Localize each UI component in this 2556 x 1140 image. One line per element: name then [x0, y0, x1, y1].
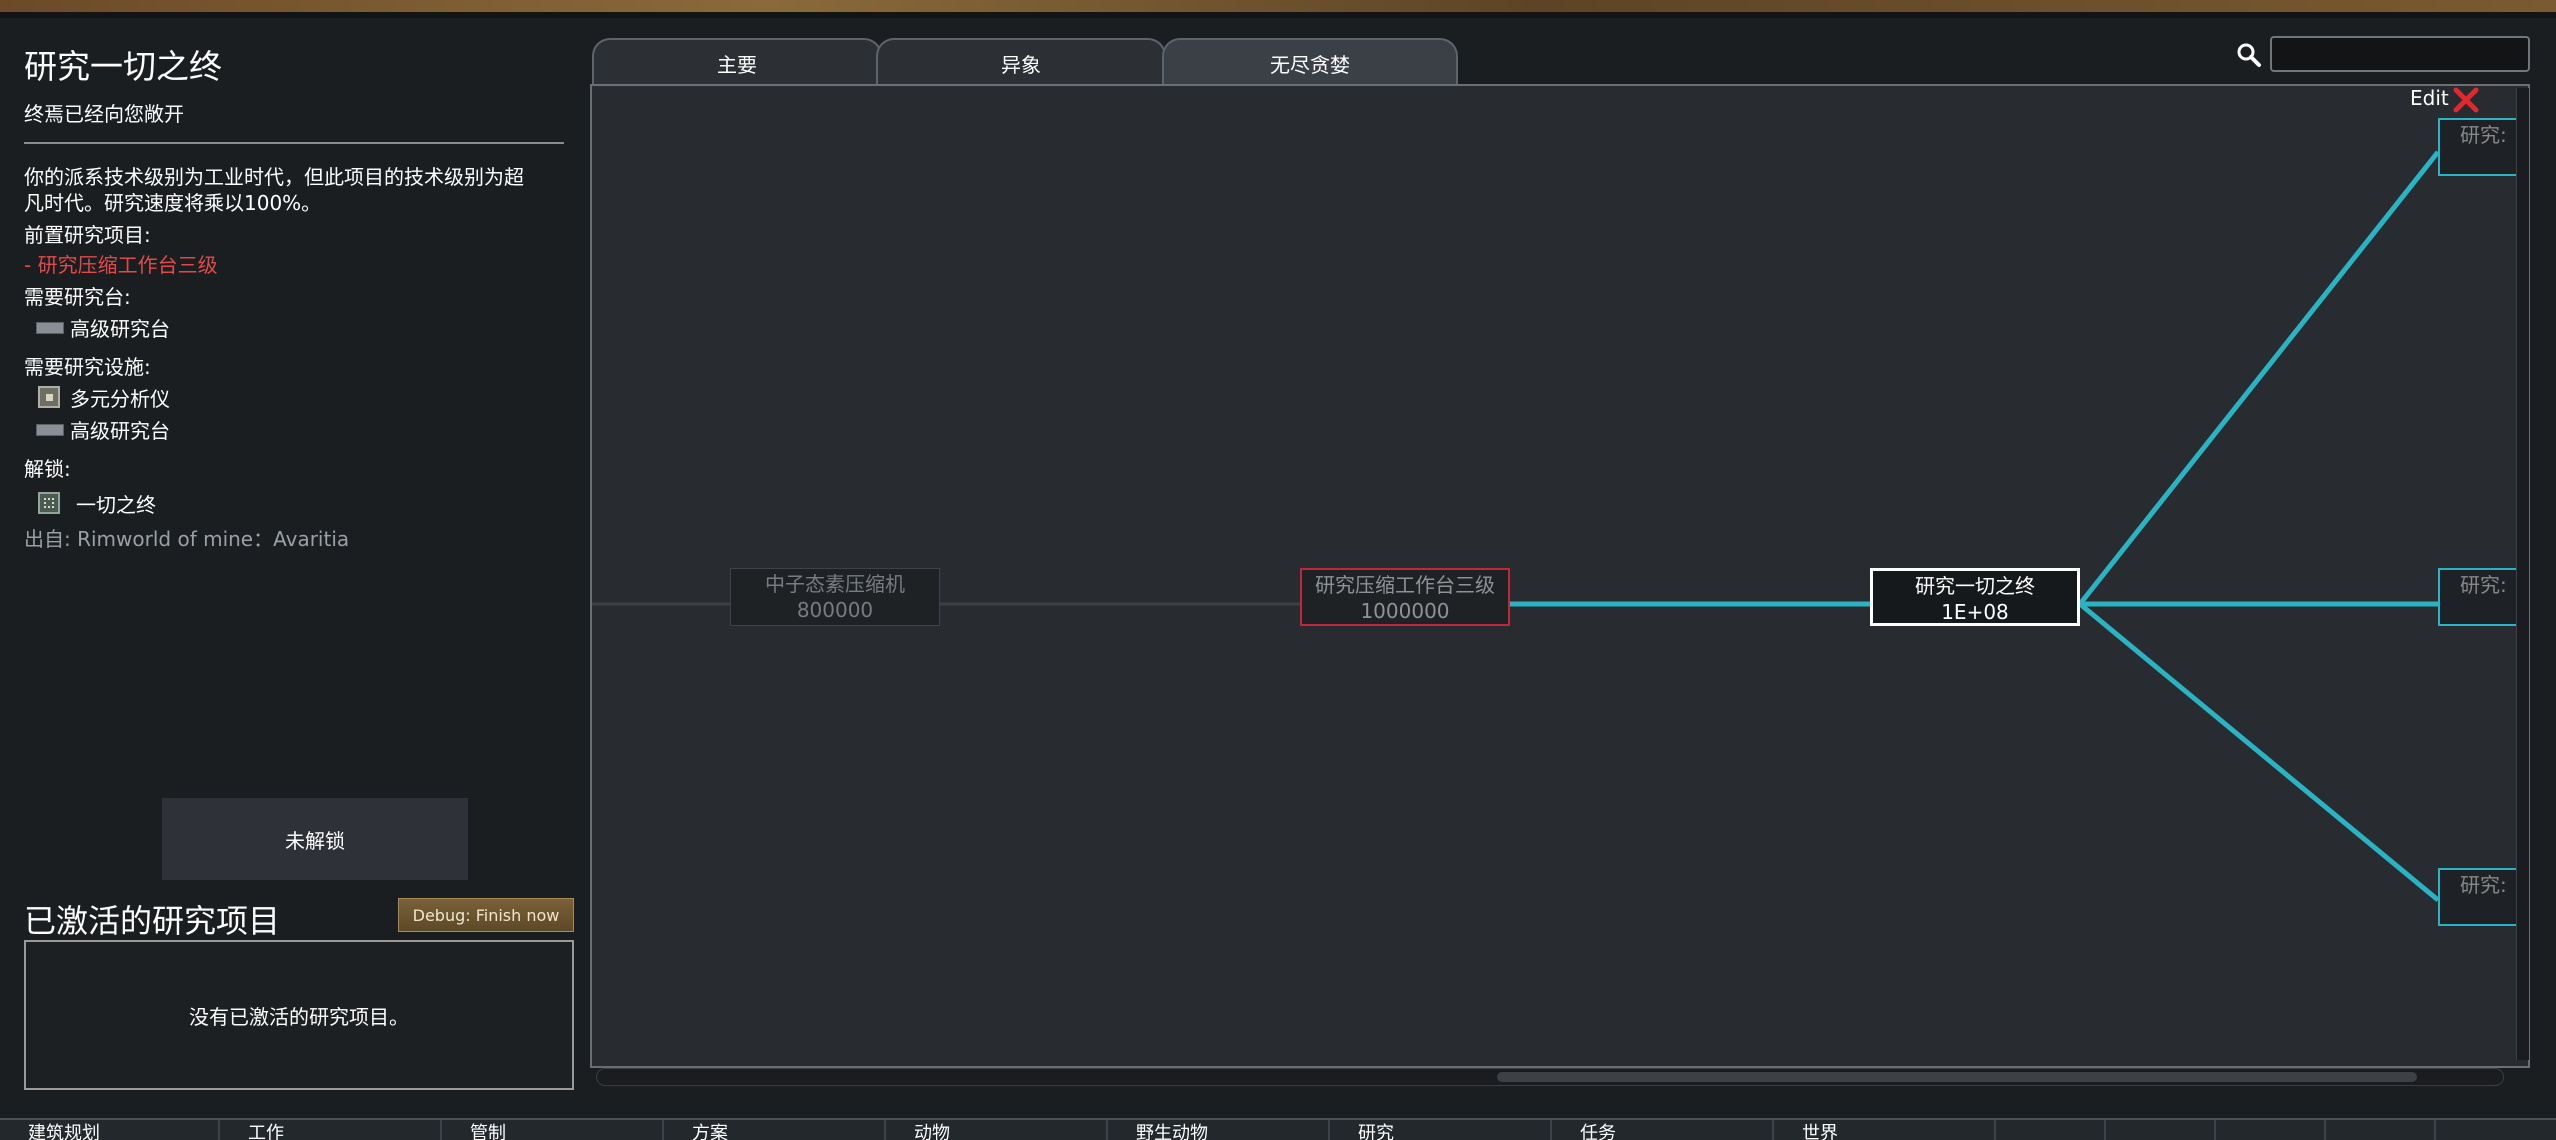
bottom-tab-work[interactable]: 工作: [220, 1120, 442, 1140]
research-title: 研究一切之终: [24, 47, 222, 86]
top-strip: [0, 0, 2556, 12]
search-icon[interactable]: [2236, 42, 2262, 68]
ideoligion-icon[interactable]: [2216, 1120, 2326, 1140]
node-cost: 800000: [796, 598, 874, 622]
tab-label: 主要: [717, 52, 757, 77]
research-node[interactable]: 中子态素压缩机 800000: [730, 568, 940, 626]
unlock-item[interactable]: 一切之终: [76, 492, 156, 518]
bottom-tab-label: 研究: [1358, 1123, 1394, 1140]
bottom-tab-label: 管制: [470, 1123, 506, 1140]
bottom-tab-label: 方案: [692, 1123, 728, 1140]
bottom-tab-animals[interactable]: 动物: [886, 1120, 1108, 1140]
bottom-tab-label: 建筑规划: [28, 1123, 100, 1140]
node-name: 研究:: [2460, 873, 2507, 897]
research-node[interactable]: 研究:: [2438, 868, 2518, 926]
tab-main[interactable]: 主要: [592, 38, 882, 86]
bench-item[interactable]: 高级研究台: [70, 316, 170, 342]
unlock-header: 解锁:: [24, 457, 71, 481]
tab-anomaly[interactable]: 异象: [876, 38, 1166, 86]
bottom-tab-assign[interactable]: 方案: [664, 1120, 886, 1140]
link-active: [2078, 150, 2440, 606]
prereq-header: 前置研究项目:: [24, 223, 151, 247]
node-cost: 1000000: [1360, 599, 1450, 623]
tab-avaritia[interactable]: 无尽贪婪: [1162, 38, 1458, 86]
research-node[interactable]: 研究:: [2438, 118, 2518, 176]
search-input[interactable]: [2270, 36, 2530, 72]
bottom-tab-label: 野生动物: [1136, 1123, 1208, 1140]
facility-header: 需要研究设施:: [24, 355, 151, 379]
edit-label[interactable]: Edit: [2410, 86, 2449, 110]
multi-analyzer-icon: [38, 386, 60, 408]
bench-header: 需要研究台:: [24, 285, 131, 309]
research-detail-panel: 研究一切之终 终焉已经向您敞开 你的派系技术级别为工业时代，但此项目的技术级别为…: [0, 18, 582, 1118]
active-research-title: 已激活的研究项目: [24, 902, 281, 940]
scrollbar-thumb[interactable]: [1497, 1072, 2417, 1082]
divider: [24, 142, 564, 144]
research-node-selected[interactable]: 研究一切之终 1E+08: [1870, 568, 2080, 626]
debug-finish-button[interactable]: Debug: Finish now: [398, 898, 574, 932]
research-tree[interactable]: 中子态素压缩机 800000 研究压缩工作台三级 1000000 研究一切之终 …: [590, 84, 2530, 1068]
node-name: 研究:: [2460, 123, 2507, 147]
bottom-tab-wildlife[interactable]: 野生动物: [1108, 1120, 1330, 1140]
bottom-tab-world[interactable]: 世界: [1774, 1120, 1996, 1140]
bottom-tab-restrict[interactable]: 管制: [442, 1120, 664, 1140]
active-research-empty: 没有已激活的研究项目。: [189, 1004, 409, 1029]
bottom-tab-research[interactable]: 研究: [1330, 1120, 1552, 1140]
facility-item[interactable]: 多元分析仪: [70, 386, 170, 412]
node-name: 中子态素压缩机: [765, 572, 905, 596]
end-of-all-icon: [38, 492, 60, 514]
node-cost: 1E+08: [1941, 600, 2009, 624]
node-name: 研究一切之终: [1915, 574, 2035, 598]
bottom-tab-label: 工作: [248, 1123, 284, 1140]
research-node[interactable]: 研究压缩工作台三级 1000000: [1300, 568, 1510, 626]
bottom-tab-quests[interactable]: 任务: [1552, 1120, 1774, 1140]
research-bench-icon: [36, 316, 64, 338]
research-node[interactable]: 研究:: [2438, 568, 2518, 626]
horizontal-scrollbar[interactable]: [596, 1068, 2504, 1086]
bottom-tab-label: 世界: [1802, 1123, 1838, 1140]
tab-label: 异象: [1001, 52, 1041, 77]
mod-source: 出自: Rimworld of mine：Avaritia: [24, 527, 350, 551]
active-research-box: 没有已激活的研究项目。: [24, 940, 574, 1090]
link-active: [2078, 602, 2440, 902]
bottom-tab-architect[interactable]: 建筑规划: [0, 1120, 220, 1140]
bottom-tab-label: 动物: [914, 1123, 950, 1140]
close-icon[interactable]: [2452, 86, 2480, 114]
factions-icon[interactable]: [2106, 1120, 2216, 1140]
research-subtitle: 终焉已经向您敞开: [24, 102, 184, 126]
node-name: 研究:: [2460, 573, 2507, 597]
tech-level-line2: 凡时代。研究速度将乘以100%。: [24, 191, 322, 215]
facility-item[interactable]: 高级研究台: [70, 418, 170, 444]
history-icon[interactable]: [1996, 1120, 2106, 1140]
menu-icon[interactable]: [2436, 1120, 2556, 1140]
bottom-tab-label: 任务: [1580, 1123, 1616, 1140]
tab-label: 无尽贪婪: [1270, 52, 1350, 77]
node-name: 研究压缩工作台三级: [1315, 573, 1495, 597]
vertical-scrollbar[interactable]: [2516, 88, 2529, 1060]
research-bench-icon: [36, 418, 64, 440]
prereq-item[interactable]: - 研究压缩工作台三级: [24, 252, 218, 278]
ideology-icon[interactable]: [2326, 1120, 2436, 1140]
unlock-button[interactable]: 未解锁: [162, 798, 468, 880]
tech-level-line1: 你的派系技术级别为工业时代，但此项目的技术级别为超: [24, 165, 524, 189]
main-tab-bar: 建筑规划 工作 管制 方案 动物 野生动物 研究 任务 世界: [0, 1118, 2556, 1140]
